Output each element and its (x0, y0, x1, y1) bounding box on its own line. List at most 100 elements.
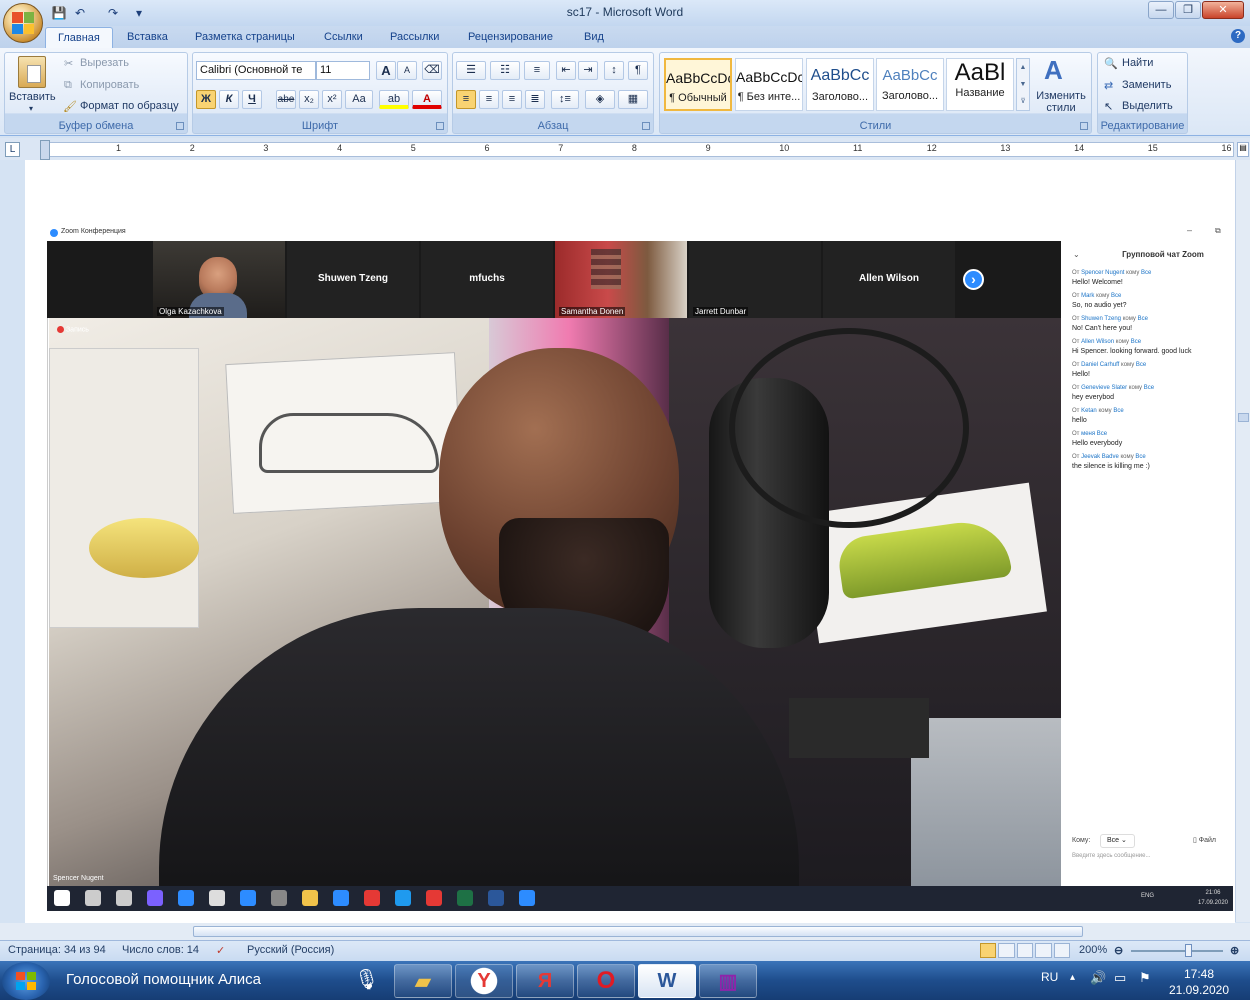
chat-input[interactable]: Введите здесь сообщение... (1072, 853, 1151, 859)
tab-view[interactable]: Вид (572, 27, 616, 48)
format-painter-icon[interactable]: 🖌 (63, 100, 77, 113)
shrink-font-button[interactable]: A (397, 61, 417, 80)
flag-icon[interactable]: ⚑ (1139, 970, 1151, 986)
print-layout-icon[interactable] (980, 943, 997, 958)
zoom-slider[interactable] (1131, 950, 1223, 952)
paste-dropdown-icon[interactable]: ▾ (29, 104, 33, 113)
borders-icon[interactable]: ▦ (618, 90, 648, 109)
superscript-button[interactable]: x² (322, 90, 342, 109)
strikethrough-button[interactable]: abe (276, 90, 296, 109)
network-icon[interactable]: ▭ (1114, 970, 1126, 986)
copy-icon[interactable]: ⧉ (64, 79, 72, 92)
close-button[interactable]: ✕ (1202, 1, 1244, 19)
font-color-icon[interactable]: A (412, 90, 442, 109)
tab-home[interactable]: Главная (45, 27, 113, 48)
subscript-button[interactable]: x₂ (299, 90, 319, 109)
vertical-scrollbar[interactable] (1235, 160, 1250, 922)
participant-tile[interactable]: Allen Wilson (823, 241, 955, 318)
tab-review[interactable]: Рецензирование (456, 27, 565, 48)
copy-button[interactable]: Копировать (80, 79, 139, 91)
dialog-launcher-icon[interactable] (436, 122, 444, 130)
increase-indent-icon[interactable]: ⇥ (578, 61, 598, 80)
help-icon[interactable]: ? (1231, 29, 1245, 43)
font-size-combo[interactable]: 11 (316, 61, 370, 80)
styles-scroll[interactable]: ▲ ▼ ⊽ (1016, 58, 1030, 111)
horizontal-ruler[interactable] (44, 142, 1234, 157)
participant-tile[interactable]: Jarrett Dunbar (689, 241, 821, 318)
style-normal[interactable]: AaBbCcDc ¶ Обычный (664, 58, 732, 111)
justify-icon[interactable]: ≣ (525, 90, 545, 109)
page-count[interactable]: Страница: 34 из 94 (8, 944, 106, 956)
horizontal-scrollbar[interactable] (0, 923, 1250, 940)
explorer-icon[interactable]: ▰ (394, 964, 452, 998)
multilevel-list-icon[interactable]: ≡ (524, 61, 550, 80)
minimize-button[interactable]: — (1148, 1, 1174, 19)
mic-muted-icon[interactable]: 🎙 (354, 967, 379, 992)
participant-tile[interactable]: Samantha Donen (555, 241, 687, 318)
outline-icon[interactable] (1035, 943, 1052, 958)
dialog-launcher-icon[interactable] (1080, 122, 1088, 130)
replace-button[interactable]: Заменить (1122, 79, 1171, 91)
tab-mailings[interactable]: Рассылки (378, 27, 451, 48)
chat-recipient-select[interactable]: Все ⌄ (1100, 834, 1135, 848)
align-center-icon[interactable]: ≡ (479, 90, 499, 109)
participant-tile[interactable]: Olga Kazachkova (153, 241, 285, 318)
zoom-in-icon[interactable]: ⊕ (1230, 944, 1239, 957)
style-heading-1[interactable]: AaBbCc Заголово... (806, 58, 874, 111)
participant-tile[interactable]: Shuwen Tzeng (287, 241, 419, 318)
find-button[interactable]: Найти (1122, 57, 1153, 69)
tab-page-layout[interactable]: Разметка страницы (183, 27, 307, 48)
spellcheck-icon[interactable]: ✓ (216, 944, 225, 957)
next-page-button[interactable]: › (963, 269, 984, 290)
dialog-launcher-icon[interactable] (176, 122, 184, 130)
align-left-icon[interactable]: ≡ (456, 90, 476, 109)
replace-icon[interactable]: ⇄ (1104, 79, 1113, 92)
zoom-minimize-icon[interactable]: – (1187, 225, 1192, 235)
zoom-level[interactable]: 200% (1079, 944, 1107, 956)
zoom-out-icon[interactable]: ⊖ (1114, 944, 1123, 957)
winrar-icon[interactable]: ▥ (699, 964, 757, 998)
view-ruler-icon[interactable]: ▤ (1237, 142, 1249, 157)
align-right-icon[interactable]: ≡ (502, 90, 522, 109)
office-button[interactable] (3, 3, 43, 43)
tab-selector[interactable]: L (5, 142, 20, 157)
tab-insert[interactable]: Вставка (115, 27, 180, 48)
select-icon[interactable]: ↖ (1104, 100, 1113, 113)
opera-icon[interactable]: O (577, 964, 635, 998)
grow-font-button[interactable]: A (376, 61, 396, 80)
font-name-combo[interactable]: Calibri (Основной те (196, 61, 316, 80)
cut-icon[interactable]: ✂ (64, 57, 73, 70)
input-language[interactable]: RU (1041, 970, 1058, 984)
participant-tile[interactable]: mfuchs (421, 241, 553, 318)
line-spacing-icon[interactable]: ↕≡ (551, 90, 579, 109)
word-icon[interactable]: W (638, 964, 696, 998)
yandex-icon[interactable]: Я (516, 964, 574, 998)
show-marks-button[interactable]: ¶ (628, 61, 648, 80)
select-button[interactable]: Выделить (1122, 100, 1173, 112)
tray-expand-icon[interactable]: ▴ (1070, 972, 1075, 983)
draft-icon[interactable] (1053, 943, 1071, 958)
underline-button[interactable]: Ч (242, 90, 262, 109)
paste-icon[interactable] (18, 56, 46, 88)
zoom-restore-icon[interactable]: ⧉ (1215, 226, 1221, 236)
decrease-indent-icon[interactable]: ⇤ (556, 61, 576, 80)
start-button[interactable] (2, 962, 50, 1000)
format-painter-button[interactable]: Формат по образцу (80, 100, 179, 112)
bullets-icon[interactable]: ☰ (456, 61, 486, 80)
word-count[interactable]: Число слов: 14 (122, 944, 199, 956)
highlight-icon[interactable]: ab (379, 90, 409, 109)
change-case-button[interactable]: Aa (345, 90, 373, 109)
tab-references[interactable]: Ссылки (312, 27, 375, 48)
maximize-button[interactable]: ❐ (1175, 1, 1201, 19)
alice-search-box[interactable]: Голосовой помощник Алиса (66, 971, 261, 988)
reading-view-icon[interactable] (998, 943, 1015, 958)
paste-button[interactable]: Вставить (9, 91, 56, 103)
change-styles-button[interactable]: Изменить стили (1033, 90, 1089, 114)
style-title[interactable]: AaBl Название (946, 58, 1014, 111)
zoom-slider-thumb[interactable] (1185, 944, 1192, 957)
indent-marker-icon[interactable] (40, 140, 50, 160)
italic-button[interactable]: К (219, 90, 239, 109)
dialog-launcher-icon[interactable] (642, 122, 650, 130)
change-styles-icon[interactable]: A (1044, 55, 1063, 86)
style-heading-2[interactable]: AaBbCc Заголово... (876, 58, 944, 111)
